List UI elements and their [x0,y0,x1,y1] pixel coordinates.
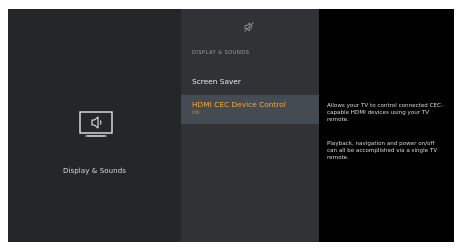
description-text: Allows your TV to control connected CEC-… [327,103,443,124]
volume-mute-icon [243,18,255,32]
description-text-secondary: Playback, navigation and power on/off ca… [327,141,438,162]
settings-menu: DISPLAY & SOUNDS Screen Saver HDMI CEC D… [181,9,319,242]
menu-item-status: ON [192,111,200,116]
menu-item-screen-saver[interactable]: Screen Saver [181,69,319,87]
description-pane: Allows your TV to control connected CEC-… [319,9,454,242]
category-title: Display & Sounds [62,167,126,175]
menu-item-label: Screen Saver [192,77,241,86]
category-pane: Display & Sounds [8,9,181,242]
menu-item-label: HDMI CEC Device Control [192,100,286,109]
tv-settings-screen: Display & Sounds DISPLAY & SOUNDS Screen… [8,9,454,242]
menu-item-hdmi-cec[interactable]: HDMI CEC Device Control ON [181,95,319,124]
section-header: DISPLAY & SOUNDS [192,50,250,56]
tv-speaker-icon [77,110,115,140]
